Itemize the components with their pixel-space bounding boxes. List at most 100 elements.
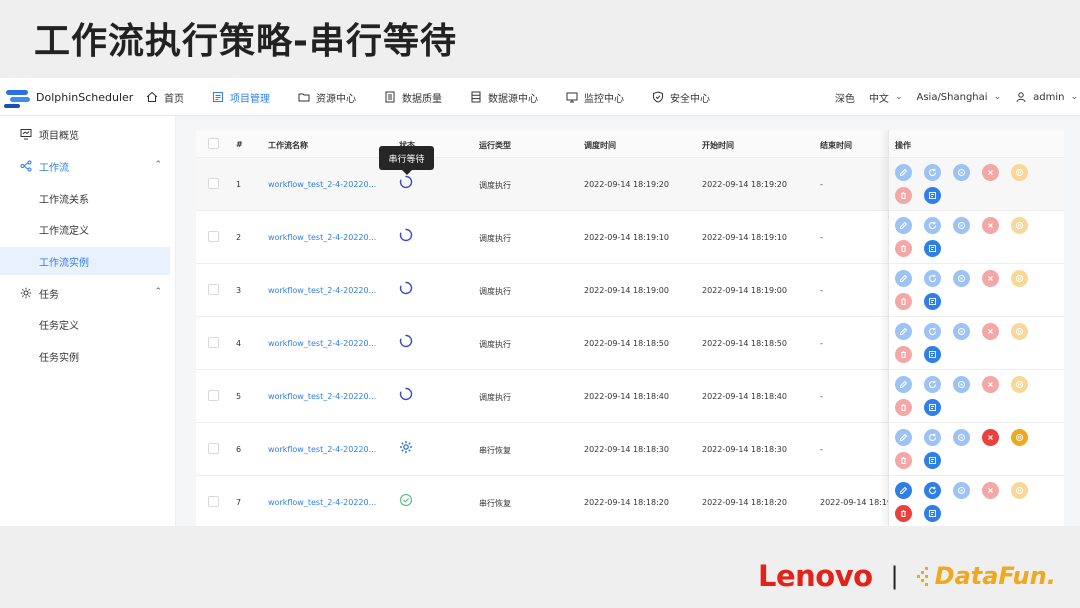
user-menu[interactable]: admin ⌄ — [1015, 91, 1078, 103]
edit-icon[interactable] — [895, 164, 912, 181]
sidebar-item-workflow-relation[interactable]: 工作流关系 — [0, 184, 170, 212]
workflow-name-link[interactable]: workflow_test_2-4-20220... — [268, 392, 376, 401]
stop-icon[interactable] — [982, 164, 999, 181]
delete-icon[interactable] — [895, 452, 912, 469]
pause-icon[interactable] — [1011, 429, 1028, 446]
row-checkbox[interactable] — [208, 231, 219, 242]
nav-quality[interactable]: 数据质量 — [384, 90, 442, 105]
edit-icon[interactable] — [895, 482, 912, 499]
stop-icon[interactable] — [982, 217, 999, 234]
sidebar-item-label: 工作流关系 — [39, 194, 89, 206]
gantt-icon[interactable] — [924, 187, 941, 204]
gantt-icon[interactable] — [924, 452, 941, 469]
pause-icon[interactable] — [1011, 270, 1028, 287]
rerun-icon[interactable] — [924, 164, 941, 181]
row-checkbox[interactable] — [208, 443, 219, 454]
delete-icon[interactable] — [895, 399, 912, 416]
workflow-name-link[interactable]: workflow_test_2-4-20220... — [268, 339, 376, 348]
nav-resource[interactable]: 资源中心 — [298, 90, 356, 105]
sidebar-item-overview[interactable]: 项目概览 — [0, 120, 170, 148]
stop-icon[interactable] — [982, 323, 999, 340]
rerun-icon[interactable] — [924, 270, 941, 287]
pause-icon[interactable] — [1011, 217, 1028, 234]
running-state-icon[interactable] — [399, 440, 413, 454]
nav-home[interactable]: 首页 — [146, 90, 184, 105]
edit-icon[interactable] — [895, 429, 912, 446]
recover-icon[interactable] — [953, 217, 970, 234]
gantt-icon[interactable] — [924, 293, 941, 310]
edit-icon[interactable] — [895, 323, 912, 340]
pause-icon[interactable] — [1011, 164, 1028, 181]
nav-datasource[interactable]: 数据源中心 — [470, 90, 538, 105]
success-state-icon[interactable] — [399, 493, 413, 507]
timezone-select[interactable]: Asia/Shanghai ⌄ — [916, 92, 1001, 103]
nav-project[interactable]: 项目管理 — [212, 90, 270, 105]
row-checkbox[interactable] — [208, 284, 219, 295]
recover-icon[interactable] — [953, 270, 970, 287]
workflow-name-link[interactable]: workflow_test_2-4-20220... — [268, 445, 376, 454]
rerun-icon[interactable] — [924, 482, 941, 499]
stop-icon[interactable] — [982, 482, 999, 499]
gantt-icon[interactable] — [924, 240, 941, 257]
row-start-time: 2022-09-14 18:19:00 — [702, 286, 787, 295]
select-all-checkbox[interactable] — [208, 138, 219, 149]
rerun-icon[interactable] — [924, 429, 941, 446]
stop-icon[interactable] — [982, 376, 999, 393]
recover-icon[interactable] — [953, 429, 970, 446]
edit-icon[interactable] — [895, 217, 912, 234]
waiting-state-icon[interactable] — [399, 334, 413, 348]
stop-icon[interactable] — [982, 270, 999, 287]
waiting-state-icon[interactable] — [399, 228, 413, 242]
pause-icon[interactable] — [1011, 482, 1028, 499]
gantt-icon[interactable] — [924, 505, 941, 522]
chevron-up-icon: ⌃ — [154, 287, 162, 297]
waiting-state-icon[interactable] — [399, 281, 413, 295]
pause-icon[interactable] — [1011, 323, 1028, 340]
row-checkbox[interactable] — [208, 178, 219, 189]
rerun-icon[interactable] — [924, 217, 941, 234]
workflow-name-link[interactable]: workflow_test_2-4-20220... — [268, 180, 376, 189]
theme-toggle[interactable]: 深色 — [835, 90, 855, 105]
nav-security[interactable]: 安全中心 — [652, 90, 710, 105]
delete-icon[interactable] — [895, 346, 912, 363]
edit-icon[interactable] — [895, 376, 912, 393]
pause-icon[interactable] — [1011, 376, 1028, 393]
logo[interactable]: DolphinScheduler — [4, 84, 133, 110]
delete-icon[interactable] — [895, 505, 912, 522]
delete-icon[interactable] — [895, 293, 912, 310]
sidebar-item-workflow-definition[interactable]: 工作流定义 — [0, 215, 170, 243]
language-select[interactable]: 中文 ⌄ — [869, 90, 903, 105]
nav-monitor[interactable]: 监控中心 — [566, 90, 624, 105]
rerun-icon[interactable] — [924, 376, 941, 393]
workflow-name-link[interactable]: workflow_test_2-4-20220... — [268, 498, 376, 507]
waiting-state-icon[interactable] — [399, 175, 413, 189]
waiting-state-icon[interactable] — [399, 387, 413, 401]
edit-icon[interactable] — [895, 270, 912, 287]
sidebar-item-task-instance[interactable]: 任务实例 — [0, 342, 170, 370]
stop-icon[interactable] — [982, 429, 999, 446]
workflow-name-link[interactable]: workflow_test_2-4-20220... — [268, 233, 376, 242]
delete-icon[interactable] — [895, 240, 912, 257]
gantt-icon[interactable] — [924, 399, 941, 416]
ops-cell — [889, 317, 1064, 370]
row-run-type: 串行恢复 — [479, 499, 511, 508]
row-checkbox[interactable] — [208, 337, 219, 348]
workflow-name-link[interactable]: workflow_test_2-4-20220... — [268, 286, 376, 295]
recover-icon[interactable] — [953, 376, 970, 393]
chevron-down-icon: ⌄ — [894, 92, 903, 102]
recover-icon[interactable] — [953, 323, 970, 340]
recover-icon[interactable] — [953, 164, 970, 181]
sidebar-item-task[interactable]: 任务 ⌃ — [0, 279, 170, 307]
row-checkbox[interactable] — [208, 390, 219, 401]
recover-icon[interactable] — [953, 482, 970, 499]
sidebar-item-task-definition[interactable]: 任务定义 — [0, 310, 170, 338]
sidebar-item-workflow[interactable]: 工作流 ⌃ — [0, 152, 170, 180]
sidebar-item-workflow-instance[interactable]: 工作流实例 — [0, 247, 170, 275]
rerun-icon[interactable] — [924, 323, 941, 340]
gantt-icon[interactable] — [924, 346, 941, 363]
delete-icon[interactable] — [895, 187, 912, 204]
header-ops: 操作 — [895, 141, 911, 150]
monitor-icon — [566, 91, 578, 103]
datafun-text: DataFun. — [934, 562, 1056, 590]
row-checkbox[interactable] — [208, 496, 219, 507]
